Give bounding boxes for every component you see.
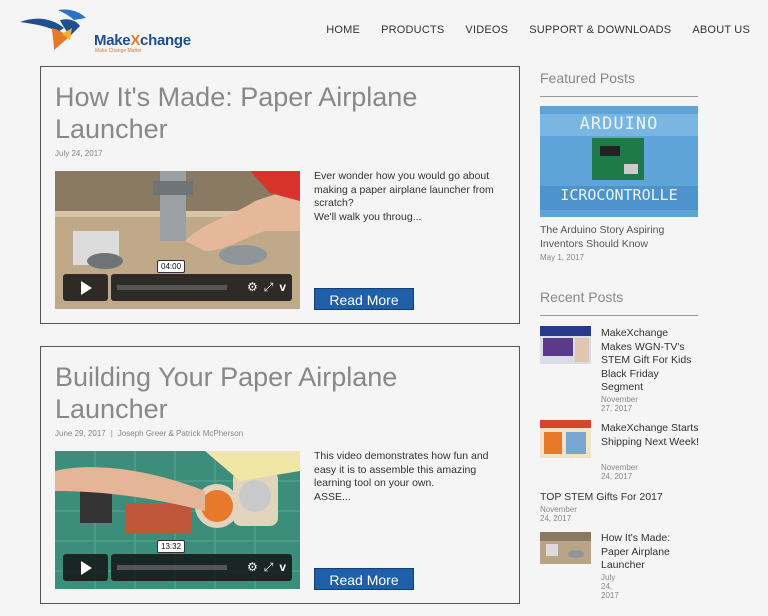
video-controls: 13:32 ⚙ ⤢ v [63, 540, 292, 581]
post-title[interactable]: How It's Made: Paper Airplane Launcher [55, 81, 485, 145]
featured-post-date: May 1, 2017 [540, 253, 585, 262]
featured-post-image[interactable]: ARDUINO ICROCONTROLLE [540, 106, 698, 217]
divider [540, 315, 698, 316]
site-logo[interactable]: MakeXchange Make Change Matter [18, 6, 191, 54]
video-duration: 04:00 [157, 260, 186, 273]
nav-support-downloads[interactable]: SUPPORT & DOWNLOADS [529, 24, 671, 36]
post-date: July 24, 2017 [55, 149, 103, 158]
post-meta: June 29, 2017 | Joseph Greer & Patrick McP… [55, 429, 243, 438]
nav-about-us[interactable]: ABOUT US [692, 24, 750, 36]
nav-products[interactable]: PRODUCTS [381, 24, 444, 36]
post-card: Building Your Paper Airplane Launcher Ju… [40, 346, 520, 604]
video-progress[interactable] [117, 285, 227, 290]
recent-post-date: November 27, 2017 [601, 395, 638, 413]
fullscreen-icon[interactable]: ⤢ [264, 280, 274, 294]
video-duration: 13:32 [157, 540, 186, 553]
vimeo-icon[interactable]: v [279, 560, 286, 574]
recent-posts-heading: Recent Posts [540, 289, 624, 305]
post-excerpt: This video demonstrates how fun and easy… [314, 450, 489, 503]
airplane-launcher-thumbnail [540, 532, 591, 564]
logo-bird-icon [20, 9, 86, 50]
video-player[interactable]: 04:00 ⚙ ⤢ v [55, 171, 300, 309]
nav-videos[interactable]: VIDEOS [465, 24, 508, 36]
post-authors: Joseph Greer & Patrick McPherson [117, 429, 244, 438]
video-timeline[interactable]: 13:32 ⚙ ⤢ v [111, 540, 292, 581]
recent-post-date: November 24, 2017 [540, 505, 577, 523]
post-meta: July 24, 2017 [55, 149, 103, 158]
recent-post-thumbnail[interactable] [540, 326, 591, 364]
read-more-button[interactable]: Read More [314, 288, 414, 310]
recent-post-thumbnail[interactable] [540, 532, 591, 564]
video-timeline[interactable]: 04:00 ⚙ ⤢ v [111, 260, 292, 301]
settings-icon[interactable]: ⚙ [247, 280, 258, 294]
featured-post-title[interactable]: The Arduino Story Aspiring Inventors Sho… [540, 224, 690, 251]
nav-home[interactable]: HOME [326, 24, 360, 36]
logo-tagline: Make Change Matter [95, 48, 142, 54]
divider [540, 96, 698, 97]
logo-wordmark: MakeXchange [94, 32, 191, 49]
recent-post-date: November 24, 2017 [601, 463, 638, 481]
read-more-button[interactable]: Read More [314, 568, 414, 590]
featured-image-caption-bottom: ICROCONTROLLE [560, 186, 678, 204]
video-controls: 04:00 ⚙ ⤢ v [63, 260, 292, 301]
recent-post-date: July 24, 2017 [601, 573, 619, 600]
recent-post-title[interactable]: MakeXchange Makes WGN-TV's STEM Gift For… [601, 327, 701, 395]
post-title[interactable]: Building Your Paper Airplane Launcher [55, 361, 485, 425]
post-date: June 29, 2017 [55, 429, 106, 438]
recent-post-title[interactable]: MakeXchange Starts Shipping Next Week! [601, 422, 701, 449]
featured-posts-heading: Featured Posts [540, 70, 635, 86]
featured-image-caption-top: ARDUINO [579, 114, 659, 134]
video-player[interactable]: 13:32 ⚙ ⤢ v [55, 451, 300, 589]
video-progress[interactable] [117, 565, 227, 570]
main-nav: HOME PRODUCTS VIDEOS SUPPORT & DOWNLOADS… [326, 24, 750, 36]
fullscreen-icon[interactable]: ⤢ [264, 560, 274, 574]
recent-post-title[interactable]: TOP STEM Gifts For 2017 [540, 491, 700, 505]
post-excerpt: Ever wonder how you would go about makin… [314, 170, 494, 223]
recent-post-title[interactable]: How It's Made: Paper Airplane Launcher [601, 532, 701, 573]
post-card: How It's Made: Paper Airplane Launcher J… [40, 66, 520, 324]
play-icon[interactable] [63, 554, 108, 581]
recent-post-thumbnail[interactable] [540, 420, 591, 458]
play-icon[interactable] [63, 274, 108, 301]
shipping-thumbnail [540, 420, 591, 458]
settings-icon[interactable]: ⚙ [247, 560, 258, 574]
wgn-thumbnail [540, 326, 591, 364]
vimeo-icon[interactable]: v [279, 280, 286, 294]
meta-separator: | [110, 429, 113, 438]
